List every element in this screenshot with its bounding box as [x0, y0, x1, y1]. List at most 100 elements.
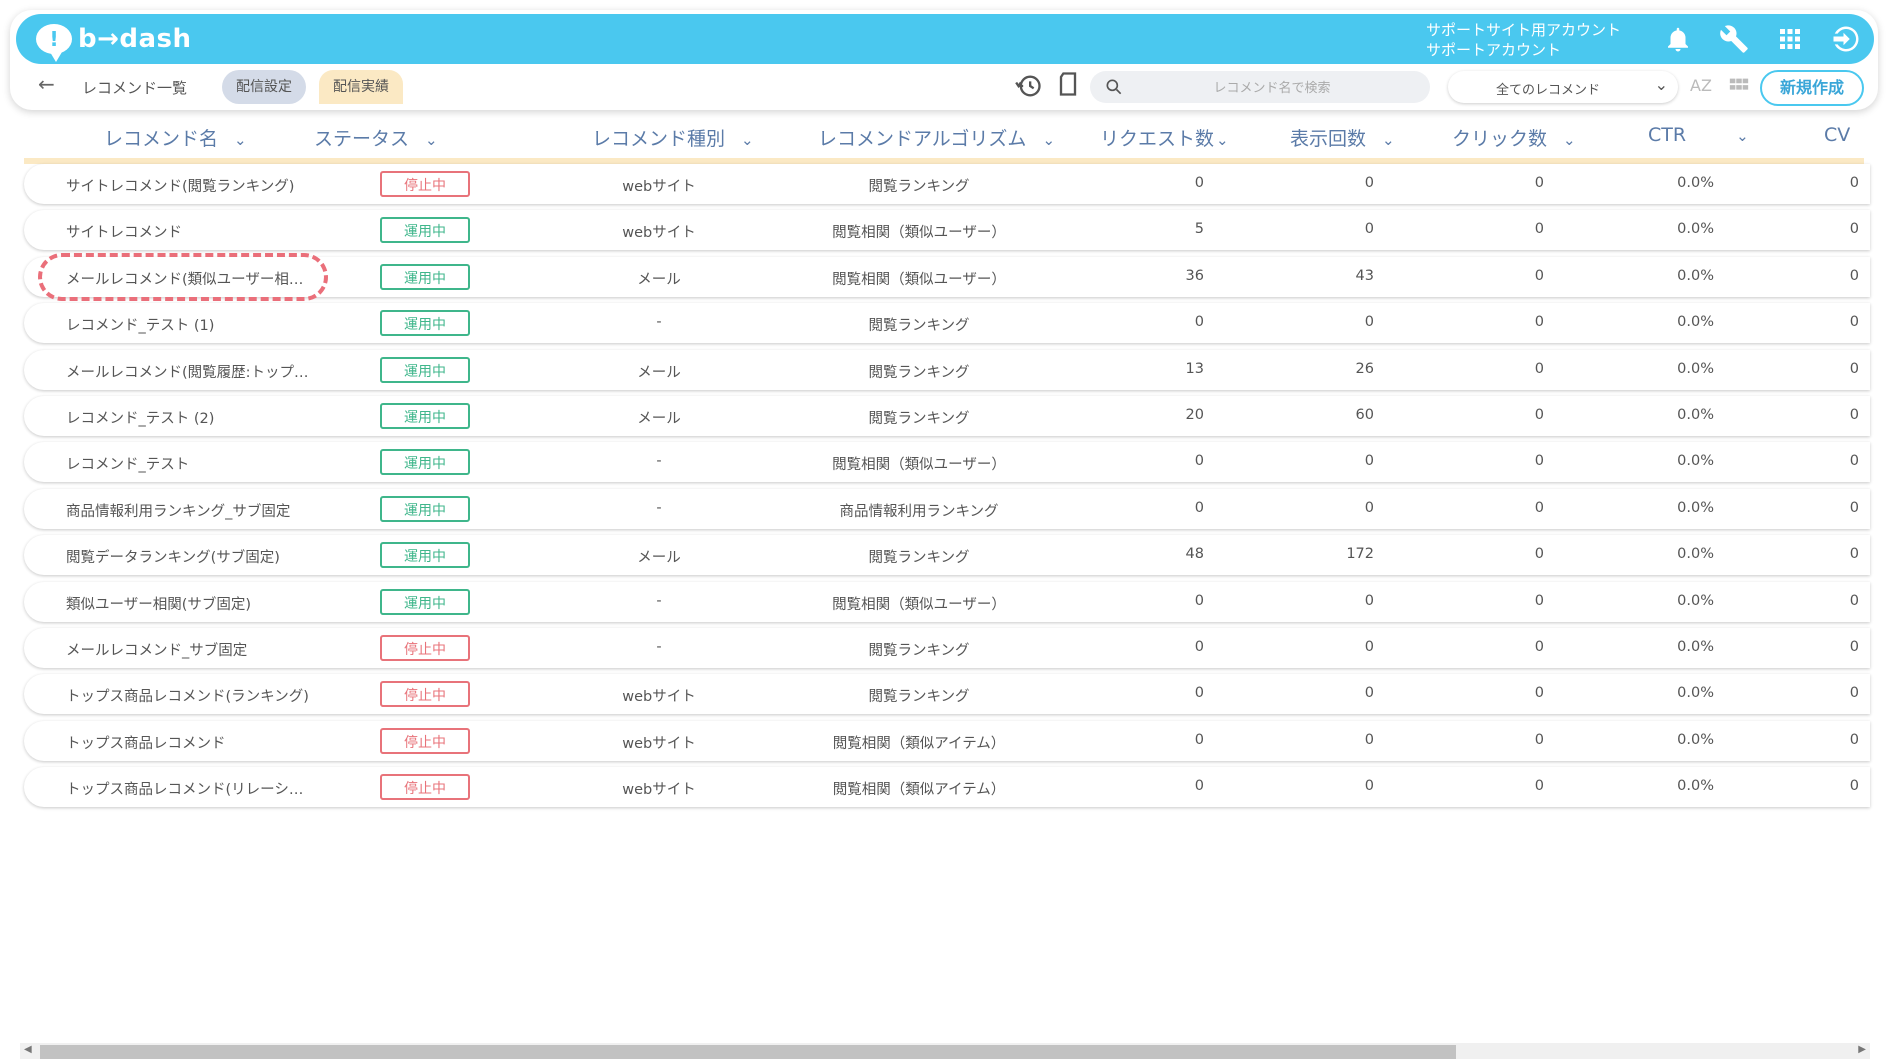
table-row[interactable]: レコメンド_テスト (1) 運用中 - 閲覧ランキング 0 0 0 0.0% 0: [24, 303, 1870, 344]
table-header: レコメンド名 ⌄ ステータス ⌄ レコメンド種別 ⌄ レコメンドアルゴリズム ⌄ リクエ…: [24, 118, 1864, 164]
col-header-name[interactable]: レコメンド名 ⌄: [104, 124, 247, 151]
row-requests: 0: [1194, 638, 1204, 655]
table-row[interactable]: 商品情報利用ランキング_サブ固定 運用中 - 商品情報利用ランキング 0 0 0…: [24, 488, 1870, 529]
col-header-status[interactable]: ステータス ⌄: [314, 124, 438, 151]
account-name: サポートアカウント: [1426, 41, 1562, 59]
row-algorithm: 閲覧相関（類似ユーザー）: [832, 271, 1006, 288]
search-input[interactable]: [1130, 71, 1414, 105]
col-header-cv[interactable]: CV: [1824, 124, 1850, 146]
scroll-left-icon[interactable]: ◀: [24, 1044, 32, 1055]
row-name[interactable]: レコメンド_テスト (1): [66, 314, 214, 335]
col-header-algorithm[interactable]: レコメンドアルゴリズム ⌄: [818, 124, 1055, 151]
status-badge: 運用中: [380, 263, 470, 290]
sort-az-icon[interactable]: AZ: [1690, 76, 1712, 95]
table-row[interactable]: 類似ユーザー相関(サブ固定) 運用中 - 閲覧相関（類似ユーザー） 0 0 0 …: [24, 581, 1870, 622]
table-row[interactable]: トップス商品レコメンド(ランキング) 停止中 webサイト 閲覧ランキング 0 …: [24, 674, 1870, 715]
row-cv: 0: [1849, 406, 1859, 423]
row-name[interactable]: 類似ユーザー相関(サブ固定): [66, 593, 251, 614]
row-type: -: [656, 638, 662, 655]
status-badge: 停止中: [380, 774, 470, 801]
table-row[interactable]: サイトレコメンド(閲覧ランキング) 停止中 webサイト 閲覧ランキング 0 0…: [24, 164, 1870, 204]
row-impressions: 0: [1364, 731, 1374, 748]
row-cv: 0: [1849, 360, 1859, 377]
row-cv: 0: [1849, 778, 1859, 795]
scroll-right-icon[interactable]: ▶: [1858, 1044, 1866, 1055]
row-name[interactable]: サイトレコメンド(閲覧ランキング): [66, 175, 294, 196]
row-cv: 0: [1849, 731, 1859, 748]
table-row[interactable]: メールレコメンド(類似ユーザー相… 運用中 メール 閲覧相関（類似ユーザー） 3…: [24, 252, 1870, 301]
tab-delivery-results[interactable]: 配信実績: [319, 70, 403, 104]
table-row[interactable]: レコメンド_テスト 運用中 - 閲覧相関（類似ユーザー） 0 0 0 0.0% …: [24, 442, 1870, 483]
row-ctr: 0.0%: [1677, 267, 1714, 284]
table-row[interactable]: 閲覧データランキング(サブ固定) 運用中 メール 閲覧ランキング 48 172 …: [24, 535, 1870, 576]
row-clicks: 0: [1534, 221, 1544, 238]
row-requests: 48: [1185, 546, 1204, 563]
row-type: メール: [637, 410, 681, 427]
status-badge: 運用中: [380, 449, 470, 476]
row-ctr: 0.0%: [1677, 221, 1714, 238]
row-name[interactable]: トップス商品レコメンド(リレーシ…: [66, 778, 303, 799]
row-type: webサイト: [622, 225, 696, 242]
logo[interactable]: ! b→dash: [36, 22, 192, 62]
row-ctr: 0.0%: [1677, 778, 1714, 795]
status-badge: 停止中: [380, 634, 470, 661]
table-row[interactable]: レコメンド_テスト (2) 運用中 メール 閲覧ランキング 20 60 0 0.…: [24, 395, 1870, 436]
row-requests: 0: [1194, 499, 1204, 516]
logout-icon[interactable]: [1818, 14, 1874, 64]
wrench-icon[interactable]: [1706, 14, 1762, 64]
bell-icon[interactable]: [1650, 14, 1706, 64]
row-clicks: 0: [1534, 267, 1544, 284]
status-badge: 停止中: [380, 171, 470, 197]
row-requests: 20: [1185, 406, 1204, 423]
row-cv: 0: [1849, 453, 1859, 470]
back-arrow-icon[interactable]: ←: [38, 72, 55, 96]
row-name[interactable]: メールレコメンド(類似ユーザー相…: [66, 268, 303, 289]
col-header-type[interactable]: レコメンド種別 ⌄: [592, 124, 754, 151]
chevron-down-icon: ⌄: [234, 131, 247, 149]
row-ctr: 0.0%: [1677, 453, 1714, 470]
history-icon[interactable]: [1015, 72, 1043, 104]
row-name[interactable]: トップス商品レコメンド: [66, 732, 226, 753]
table-row[interactable]: サイトレコメンド 運用中 webサイト 閲覧相関（類似ユーザー） 5 0 0 0…: [24, 210, 1870, 251]
row-name[interactable]: サイトレコメンド: [66, 221, 182, 242]
new-create-button[interactable]: 新規作成: [1760, 70, 1864, 106]
row-ctr: 0.0%: [1677, 685, 1714, 702]
table-row[interactable]: トップス商品レコメンド 停止中 webサイト 閲覧相関（類似アイテム） 0 0 …: [24, 720, 1870, 761]
row-name[interactable]: 閲覧データランキング(サブ固定): [66, 546, 280, 567]
horizontal-scrollbar[interactable]: ◀ ▶: [20, 1043, 1870, 1059]
row-name[interactable]: レコメンド_テスト: [66, 453, 189, 474]
row-clicks: 0: [1534, 592, 1544, 609]
table-row[interactable]: トップス商品レコメンド(リレーシ… 停止中 webサイト 閲覧相関（類似アイテム…: [24, 767, 1870, 808]
row-ctr: 0.0%: [1677, 592, 1714, 609]
row-requests: 0: [1194, 175, 1204, 191]
document-icon[interactable]: [1054, 70, 1082, 102]
chevron-down-icon: ⌄: [1654, 75, 1668, 94]
breadcrumb[interactable]: レコメンド一覧: [82, 77, 187, 98]
col-header-impressions[interactable]: 表示回数 ⌄: [1290, 124, 1395, 151]
row-impressions: 0: [1364, 453, 1374, 470]
account-site: サポートサイト用アカウント: [1426, 21, 1622, 39]
row-name[interactable]: 商品情報利用ランキング_サブ固定: [66, 500, 290, 521]
account-info[interactable]: サポートサイト用アカウント サポートアカウント: [1426, 20, 1621, 60]
recommend-filter-select[interactable]: 全てのレコメンド ⌄: [1448, 71, 1678, 103]
row-type: メール: [637, 364, 681, 381]
col-header-requests[interactable]: リクエスト数 ⌄: [1100, 124, 1229, 151]
tab-delivery-settings[interactable]: 配信設定: [222, 70, 306, 104]
row-algorithm: 閲覧ランキング: [868, 642, 970, 659]
table-row[interactable]: メールレコメンド(閲覧履歴:トップ… 運用中 メール 閲覧ランキング 13 26…: [24, 349, 1870, 390]
row-name[interactable]: メールレコメンド(閲覧履歴:トップ…: [66, 361, 309, 382]
row-clicks: 0: [1534, 453, 1544, 470]
apps-grid-icon[interactable]: [1762, 14, 1818, 64]
table-row[interactable]: メールレコメンド_サブ固定 停止中 - 閲覧ランキング 0 0 0 0.0% 0: [24, 627, 1870, 668]
row-name[interactable]: トップス商品レコメンド(ランキング): [66, 685, 309, 706]
grid-view-icon[interactable]: [1728, 75, 1750, 101]
row-name[interactable]: レコメンド_テスト (2): [66, 407, 214, 428]
status-badge: 運用中: [380, 542, 470, 569]
row-name[interactable]: メールレコメンド_サブ固定: [66, 639, 247, 660]
col-header-ctr[interactable]: CTR ⌄: [1648, 124, 1749, 146]
row-clicks: 0: [1534, 360, 1544, 377]
row-requests: 5: [1194, 221, 1204, 238]
scroll-thumb[interactable]: [40, 1045, 1456, 1059]
filter-selected-value: 全てのレコメンド: [1495, 83, 1600, 98]
col-header-clicks[interactable]: クリック数 ⌄: [1452, 124, 1576, 151]
